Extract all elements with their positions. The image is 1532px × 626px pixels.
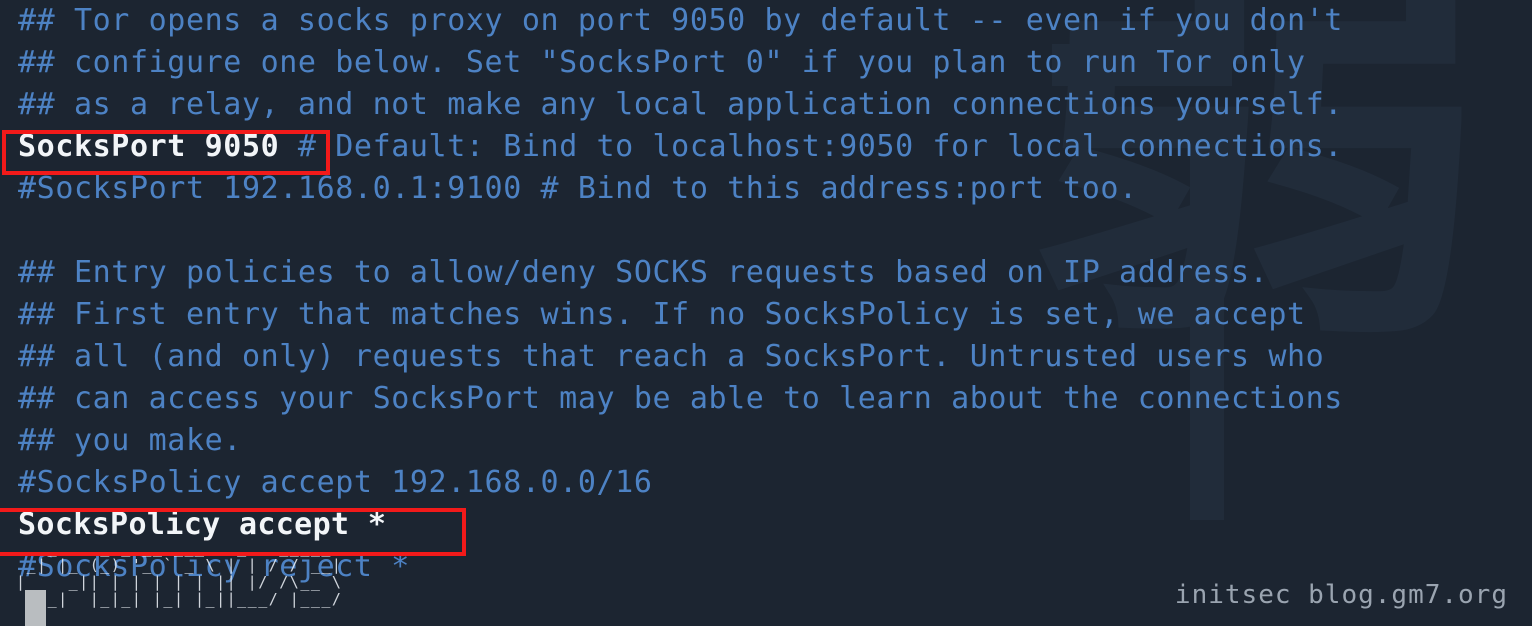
config-line-socksport: SocksPort 9050 # Default: Bind to localh… bbox=[18, 126, 1532, 168]
config-line-blank bbox=[18, 210, 1532, 252]
config-line-sockspolicy: SocksPolicy accept * bbox=[18, 507, 387, 542]
config-line: ## as a relay, and not make any local ap… bbox=[18, 87, 1343, 122]
config-line: ## Entry policies to allow/deny SOCKS re… bbox=[18, 255, 1269, 290]
config-line: ## Tor opens a socks proxy on port 9050 … bbox=[18, 3, 1343, 38]
config-line: #SocksPort 192.168.0.1:9100 # Bind to th… bbox=[18, 171, 1138, 206]
socksport-directive: SocksPort 9050 bbox=[18, 129, 280, 164]
terminal-cursor bbox=[25, 590, 46, 626]
config-line: ## configure one below. Set "SocksPort 0… bbox=[18, 45, 1306, 80]
config-line: ## can access your SocksPort may be able… bbox=[18, 381, 1343, 416]
config-line: ## you make. bbox=[18, 423, 242, 458]
config-line: #SocksPolicy accept 192.168.0.0/16 bbox=[18, 465, 653, 500]
socksport-inline-comment: # Default: Bind to localhost:9050 for lo… bbox=[279, 129, 1343, 164]
config-line: ## all (and only) requests that reach a … bbox=[18, 339, 1325, 374]
config-line: ## First entry that matches wins. If no … bbox=[18, 297, 1306, 332]
site-credit-watermark: initsec blog.gm7.org bbox=[1174, 580, 1508, 610]
terminal-text-body[interactable]: ## Tor opens a socks proxy on port 9050 … bbox=[18, 0, 1532, 588]
terminal-screen: 弱 ## Tor opens a socks proxy on port 905… bbox=[0, 0, 1532, 626]
